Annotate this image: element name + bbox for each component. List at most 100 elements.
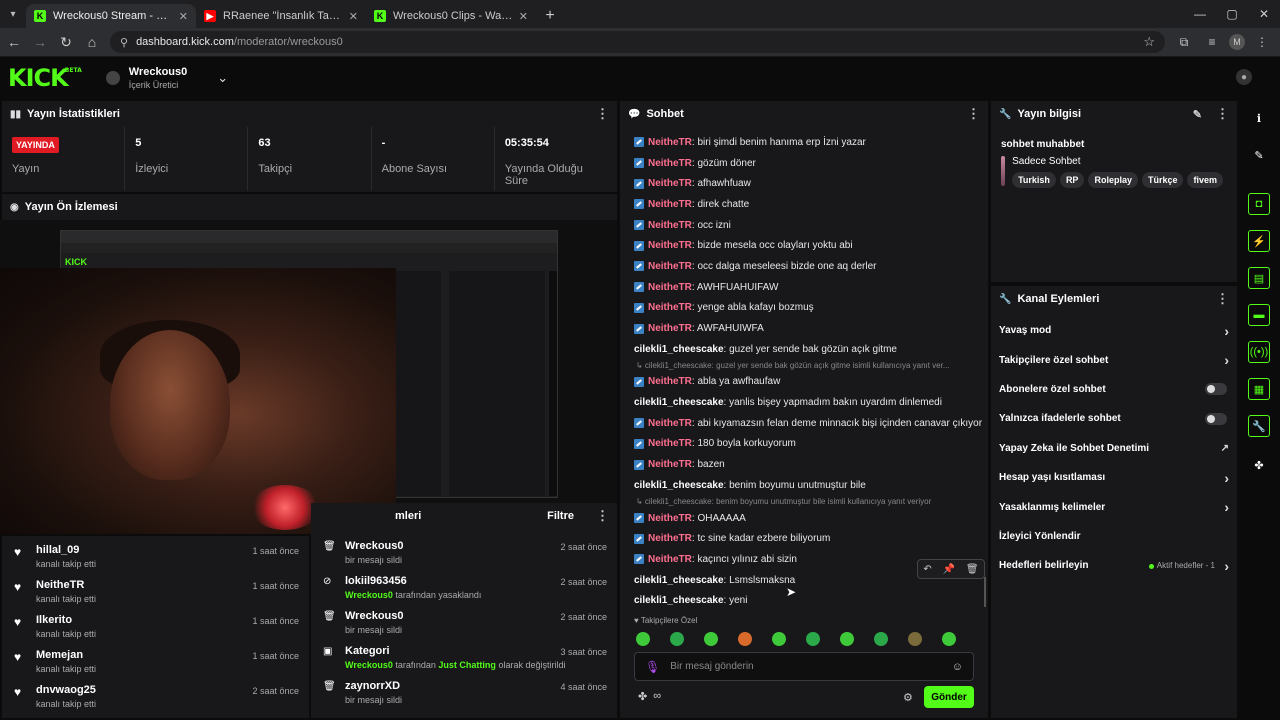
- tools-icon[interactable]: 🔧: [1248, 415, 1270, 437]
- chat-username[interactable]: NeitheTR: [648, 302, 692, 313]
- emote-icon[interactable]: [908, 632, 922, 646]
- chat-username[interactable]: NeitheTR: [648, 323, 692, 334]
- channel-action-item[interactable]: Yalnızca ifadelerle sohbet: [991, 404, 1237, 433]
- emote-icon[interactable]: [636, 632, 650, 646]
- mod-user[interactable]: Wreckous0: [345, 660, 393, 670]
- mod-event-name[interactable]: lokiil963456: [345, 575, 481, 587]
- channel-action-item[interactable]: Yapay Zeka ile Sohbet Denetimi ↗: [991, 434, 1237, 463]
- chat-bubble-icon[interactable]: ▬: [1248, 304, 1270, 326]
- chat-menu-icon[interactable]: ⋮: [967, 106, 980, 122]
- reply-preview[interactable]: ↳ cilekli1_cheescake: guzel yer sende ba…: [620, 360, 982, 372]
- stream-tag[interactable]: fivem: [1187, 172, 1223, 188]
- chat-username[interactable]: NeitheTR: [648, 199, 692, 210]
- stream-tag[interactable]: Turkish: [1012, 172, 1056, 188]
- chat-message[interactable]: NeitheTR: 180 boyla korkuyorum: [620, 434, 982, 455]
- browser-tab[interactable]: ▶ RRaenee "İnsanlık Tarihinin En ✕: [196, 4, 366, 28]
- close-tab-icon[interactable]: ✕: [519, 10, 528, 23]
- chat-message[interactable]: NeitheTR: bizde mesela occ olayları yokt…: [620, 235, 982, 256]
- follower-name[interactable]: Memejan: [36, 649, 96, 661]
- chat-settings-icon[interactable]: ⚙: [903, 691, 913, 704]
- close-tab-icon[interactable]: ✕: [179, 10, 188, 23]
- chat-message[interactable]: NeitheTR: occ dalga meseleesi bizde one …: [620, 256, 982, 277]
- chat-message[interactable]: NeitheTR: abi kıyamazsın felan deme minn…: [620, 413, 982, 434]
- follower-name[interactable]: dnvwaog25: [36, 684, 96, 696]
- chat-message[interactable]: NeitheTR: gözüm döner: [620, 153, 982, 174]
- reply-icon[interactable]: ↶: [923, 564, 931, 575]
- back-icon[interactable]: ←: [2, 30, 26, 54]
- extensions-icon[interactable]: ⧉: [1173, 31, 1195, 53]
- chat-username[interactable]: NeitheTR: [648, 554, 692, 565]
- channel-action-item[interactable]: Abonelere özel sohbet: [991, 375, 1237, 404]
- chat-username[interactable]: cilekli1_cheescake: [634, 344, 724, 355]
- chat-username[interactable]: cilekli1_cheescake: [634, 397, 724, 408]
- toggle-switch[interactable]: [1205, 412, 1227, 425]
- chat-message[interactable]: NeitheTR: direk chatte: [620, 194, 982, 215]
- channel-action-item[interactable]: Takipçilere özel sohbet ›: [991, 345, 1237, 374]
- chat-message[interactable]: NeitheTR: abla ya awfhaufaw: [620, 372, 982, 393]
- channel-action-item[interactable]: Hedefleri belirleyin Aktif hedefler - 1 ›: [991, 551, 1237, 580]
- chat-message[interactable]: NeitheTR: AWHFUAHUIFAW: [620, 277, 982, 298]
- lightning-icon[interactable]: ⚡: [1248, 230, 1270, 252]
- chat-scrollbar[interactable]: [984, 577, 986, 607]
- edit-icon[interactable]: ✎: [1193, 108, 1202, 121]
- mod-event-name[interactable]: Wreckous0: [345, 540, 404, 552]
- chat-username[interactable]: NeitheTR: [648, 261, 692, 272]
- channel-actions-menu-icon[interactable]: ⋮: [1216, 291, 1229, 307]
- channel-action-item[interactable]: Yavaş mod ›: [991, 316, 1237, 345]
- chat-message[interactable]: NeitheTR: afhawhfuaw: [620, 173, 982, 194]
- pencil-icon[interactable]: ✎: [1248, 144, 1270, 166]
- bookmark-star-icon[interactable]: ☆: [1143, 34, 1155, 50]
- follower-name[interactable]: hillal_09: [36, 544, 96, 556]
- chevron-down-icon[interactable]: ⌄: [217, 70, 228, 86]
- emote-icon[interactable]: [772, 632, 786, 646]
- browser-menu-icon[interactable]: ⋮: [1251, 31, 1273, 53]
- chat-username[interactable]: NeitheTR: [648, 178, 692, 189]
- category-highlight[interactable]: Just Chatting: [438, 660, 496, 670]
- chat-message[interactable]: cilekli1_cheescake: benim boyumu unutmuş…: [620, 475, 982, 496]
- emoji-icon[interactable]: ☺: [952, 661, 963, 673]
- category-thumbnail[interactable]: [1001, 156, 1006, 186]
- send-button[interactable]: Gönder: [924, 686, 974, 708]
- chat-message[interactable]: NeitheTR: AWFAHUIWFA: [620, 318, 982, 339]
- mod-event-name[interactable]: zaynorrXD: [345, 680, 402, 692]
- chat-username[interactable]: NeitheTR: [648, 220, 692, 231]
- mod-event-name[interactable]: Kategori: [345, 645, 565, 657]
- mod-user[interactable]: Wreckous0: [345, 590, 393, 600]
- channel-switcher[interactable]: Wreckous0 İçerik Üretici ⌄: [105, 66, 228, 90]
- channel-action-item[interactable]: Hesap yaşı kısıtlaması ›: [991, 463, 1237, 492]
- profile-avatar[interactable]: M: [1229, 34, 1245, 50]
- user-avatar[interactable]: ●: [1236, 69, 1252, 85]
- chat-username[interactable]: NeitheTR: [648, 438, 692, 449]
- stats-menu-icon[interactable]: ⋮: [596, 106, 609, 122]
- close-window-icon[interactable]: ✕: [1248, 0, 1280, 28]
- url-field[interactable]: ⚲ dashboard.kick.com /moderator/wreckous…: [110, 31, 1165, 53]
- document-icon[interactable]: ▤: [1248, 267, 1270, 289]
- close-tab-icon[interactable]: ✕: [349, 10, 358, 23]
- broadcast-icon[interactable]: ((•)): [1248, 341, 1270, 363]
- channel-action-item[interactable]: Yasaklanmış kelimeler ›: [991, 492, 1237, 521]
- mod-events-menu-icon[interactable]: ⋮: [596, 508, 609, 524]
- chat-message[interactable]: cilekli1_cheescake: yanlis bişey yapmadı…: [620, 392, 982, 413]
- kick-logo[interactable]: KICK BETA: [8, 64, 82, 92]
- layout-icon[interactable]: ▦: [1248, 378, 1270, 400]
- stream-tag[interactable]: RP: [1059, 172, 1085, 188]
- chat-message[interactable]: NeitheTR: tc sine kadar ezbere biliyorum: [620, 528, 982, 549]
- emote-icon[interactable]: [670, 632, 684, 646]
- pin-icon[interactable]: 📌: [943, 564, 955, 575]
- chat-username[interactable]: NeitheTR: [648, 376, 692, 387]
- browser-tab[interactable]: K Wreckous0 Stream - Kick Dashb ✕: [26, 4, 196, 28]
- chat-username[interactable]: NeitheTR: [648, 158, 692, 169]
- kick-bot-icon[interactable]: ✤: [638, 690, 647, 703]
- chat-message[interactable]: NeitheTR: biri şimdi benim hanıma erp İz…: [620, 132, 982, 153]
- info-icon[interactable]: ℹ: [1248, 107, 1270, 129]
- emote-icon[interactable]: [874, 632, 888, 646]
- mod-event-name[interactable]: Wreckous0: [345, 610, 404, 622]
- new-tab-button[interactable]: +: [536, 4, 564, 28]
- reply-preview[interactable]: ↳ cilekli1_cheescake: benim boyumu unutm…: [620, 496, 982, 508]
- chat-username[interactable]: NeitheTR: [648, 418, 692, 429]
- chat-input[interactable]: 🎙 Bir mesaj gönderin ☺: [634, 652, 974, 681]
- follower-name[interactable]: Ilkerito: [36, 614, 96, 626]
- chat-message[interactable]: cilekli1_cheescake: yeni: [620, 590, 982, 611]
- tab-search-icon[interactable]: ▾: [0, 0, 26, 28]
- chat-username[interactable]: cilekli1_cheescake: [634, 595, 724, 606]
